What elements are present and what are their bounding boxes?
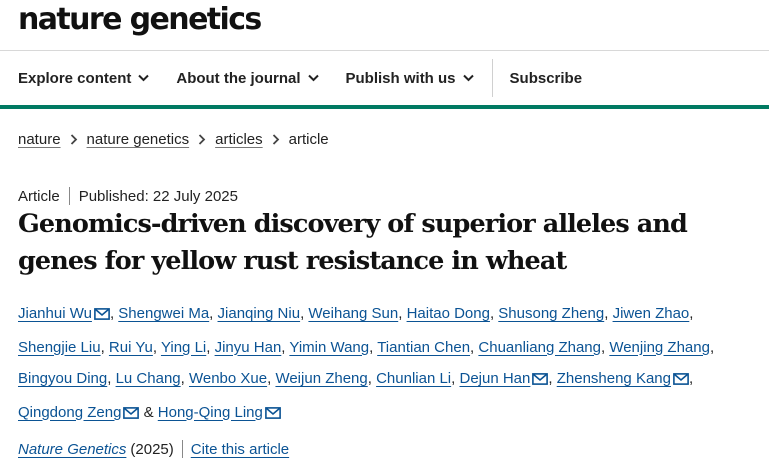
author-link[interactable]: Bingyou Ding — [18, 370, 107, 387]
breadcrumb-current: article — [288, 131, 329, 148]
article-meta: Article Published: 22 July 2025 — [18, 187, 238, 205]
nav-publish-with-us[interactable]: Publish with us — [319, 51, 474, 105]
author-list: Jianhui Wu, Shengwei Ma, Jianqing Niu, W… — [18, 298, 753, 430]
author-link[interactable]: Yimin Wang — [289, 339, 369, 356]
nav-explore-content[interactable]: Explore content — [0, 51, 150, 105]
mail-icon[interactable] — [94, 300, 110, 332]
chevron-right-icon — [272, 134, 280, 145]
author-link[interactable]: Hong-Qing Ling — [158, 404, 263, 421]
author-link[interactable]: Jianhui Wu — [18, 305, 92, 322]
nav-about-journal[interactable]: About the journal — [149, 51, 319, 105]
author-line: Jianhui Wu, Shengwei Ma, Jianqing Niu, W… — [18, 298, 753, 332]
journal-name-link[interactable]: Nature Genetics — [18, 441, 126, 458]
chevron-down-icon — [462, 74, 474, 82]
author-link[interactable]: Shusong Zheng — [498, 305, 604, 322]
mail-icon[interactable] — [673, 365, 689, 397]
nav-publish-label: Publish with us — [345, 69, 456, 87]
author-link[interactable]: Dejun Han — [459, 370, 530, 387]
author-line: Qingdong Zeng & Hong-Qing Ling — [18, 397, 753, 431]
published-date: Published: 22 July 2025 — [78, 187, 238, 205]
site-logo[interactable]: nature genetics — [18, 2, 262, 37]
author-link[interactable]: Wenjing Zhang — [609, 339, 710, 356]
author-link[interactable]: Ying Li — [161, 339, 206, 356]
mail-icon[interactable] — [264, 399, 281, 431]
author-link[interactable]: Weijun Zheng — [275, 370, 367, 387]
main-nav: Explore content About the journal Publis… — [0, 50, 769, 109]
author-link[interactable]: Haitao Dong — [407, 305, 490, 322]
breadcrumb-nature[interactable]: nature — [18, 131, 61, 148]
author-link[interactable]: Chunlian Li — [376, 370, 451, 387]
author-link[interactable]: Tiantian Chen — [377, 339, 470, 356]
breadcrumb: nature nature genetics articles article — [18, 131, 329, 148]
chevron-right-icon — [198, 134, 206, 145]
author-link[interactable]: Jiwen Zhao — [613, 305, 690, 322]
breadcrumb-articles[interactable]: articles — [215, 131, 263, 148]
breadcrumb-nature-genetics[interactable]: nature genetics — [87, 131, 190, 148]
author-link[interactable]: Chuanliang Zhang — [478, 339, 601, 356]
author-link[interactable]: Jinyu Han — [215, 339, 282, 356]
article-title: Genomics-driven discovery of superior al… — [18, 209, 688, 276]
author-ampersand: & — [139, 403, 158, 421]
meta-divider — [68, 187, 70, 205]
author-link[interactable]: Weihang Sun — [308, 305, 398, 322]
author-line: Shengjie Liu, Rui Yu, Ying Li, Jinyu Han… — [18, 338, 715, 356]
header: nature genetics — [0, 0, 769, 50]
nav-about-label: About the journal — [176, 69, 301, 87]
author-link[interactable]: Lu Chang — [116, 370, 181, 387]
author-link[interactable]: Jianqing Niu — [218, 305, 301, 322]
author-link[interactable]: Qingdong Zeng — [18, 404, 121, 421]
article-type: Article — [18, 187, 60, 205]
author-link[interactable]: Wenbo Xue — [189, 370, 267, 387]
nav-explore-label: Explore content — [18, 69, 132, 87]
author-link[interactable]: Shengjie Liu — [18, 339, 101, 356]
author-link[interactable]: Rui Yu — [109, 339, 153, 356]
author-line: Bingyou Ding, Lu Chang, Wenbo Xue, Weiju… — [18, 363, 753, 397]
chevron-down-icon — [138, 74, 150, 82]
chevron-right-icon — [70, 134, 78, 145]
mail-icon[interactable] — [123, 399, 140, 431]
mail-icon[interactable] — [532, 365, 549, 397]
publication-year: (2025) — [130, 440, 174, 458]
citation-line: Nature Genetics (2025) Cite this article — [18, 440, 289, 458]
nav-subscribe-label: Subscribe — [509, 69, 583, 87]
chevron-down-icon — [307, 74, 319, 82]
cite-this-article-link[interactable]: Cite this article — [191, 441, 289, 458]
citation-divider — [181, 440, 183, 458]
author-link[interactable]: Shengwei Ma — [118, 305, 209, 322]
author-link[interactable]: Zhensheng Kang — [557, 370, 671, 387]
nav-subscribe[interactable]: Subscribe — [493, 51, 583, 105]
